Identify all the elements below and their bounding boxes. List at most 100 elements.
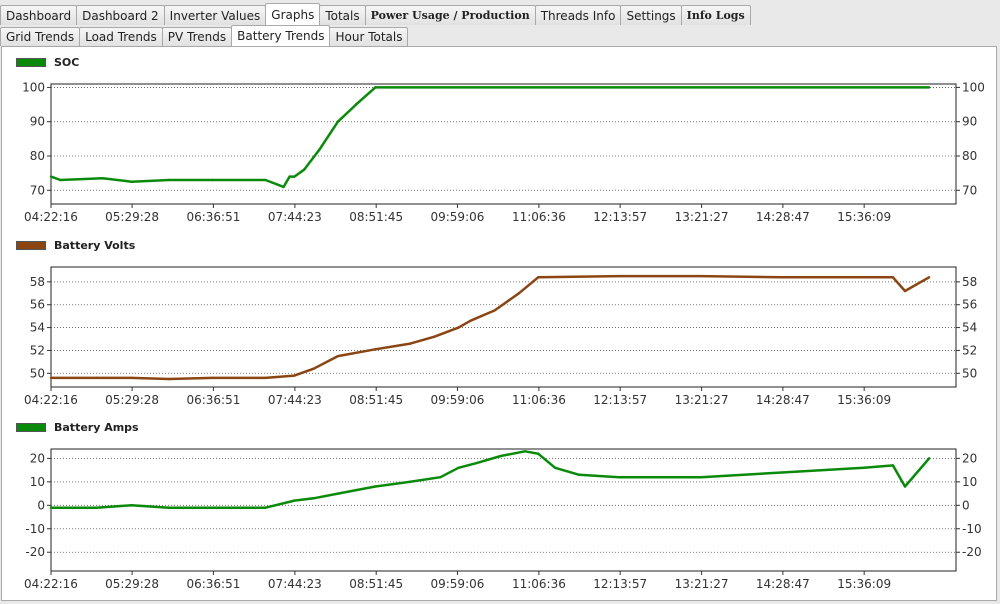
data-point [469, 319, 472, 322]
data-point [523, 450, 527, 453]
tab-inverter-values[interactable]: Inverter Values [163, 5, 267, 25]
x-tick-label: 05:29:28 [105, 210, 159, 224]
y-tick-label: -20 [25, 545, 45, 559]
tab-power-usage-production[interactable]: Power Usage / Production [364, 5, 536, 25]
y-tick-label: 56 [30, 298, 45, 312]
data-point [499, 454, 502, 458]
data-point [288, 175, 291, 178]
data-point [264, 506, 267, 509]
soc-plot: 70 70 80 80 90 90 100 100 04:22:16 05:29:28 06:36:… [22, 80, 985, 224]
data-point [862, 466, 866, 469]
data-point [780, 276, 784, 279]
data-point [336, 354, 340, 358]
y-tick-label-right: 10 [962, 475, 977, 489]
tab-grid-trends[interactable]: Grid Trends [0, 27, 81, 46]
tab-totals[interactable]: Totals [319, 5, 366, 25]
tab-dashboard[interactable]: Dashboard [0, 5, 78, 25]
data-point [475, 461, 478, 465]
x-tick-label: 04:22:16 [24, 393, 78, 407]
plot-area [50, 448, 957, 572]
soc-legend: SOC [16, 56, 79, 69]
data-point [49, 506, 53, 509]
data-point [95, 376, 98, 380]
data-point [264, 376, 267, 380]
x-tick-label: 13:21:27 [675, 393, 729, 407]
data-point [293, 175, 296, 178]
top-tab-bar: Dashboard Dashboard 2 Inverter Values Gr… [0, 3, 751, 25]
tab-load-trends[interactable]: Load Trends [79, 27, 163, 46]
tab-dashboard-2[interactable]: Dashboard 2 [76, 5, 165, 25]
data-point [167, 178, 171, 182]
soc-legend-swatch [16, 58, 46, 67]
y-tick-label-right: 56 [962, 298, 977, 312]
x-tick-label: 11:06:36 [512, 393, 566, 407]
y-tick-label-right: -20 [962, 545, 982, 559]
x-tick-label: 08:51:45 [349, 577, 403, 591]
data-point [409, 342, 412, 345]
data-point [374, 485, 377, 488]
data-point [699, 274, 703, 278]
data-point [577, 473, 581, 477]
data-point [780, 471, 784, 474]
data-point [49, 175, 53, 178]
data-point [264, 178, 267, 182]
tab-battery-trends[interactable]: Battery Trends [231, 25, 331, 46]
data-point [891, 464, 895, 467]
data-point [293, 374, 296, 377]
data-point [312, 497, 315, 500]
tab-info-logs[interactable]: Info Logs [680, 5, 751, 25]
battery-amps-chart: Battery Amps -20 -20 -10 -10 0 0 10 10 20 20 04:22… [2, 412, 998, 600]
volts-legend-label: Battery Volts [54, 239, 136, 252]
data-point [780, 86, 784, 89]
plot-area [50, 266, 957, 388]
x-tick-label: 07:44:23 [268, 210, 322, 224]
data-point [457, 326, 460, 329]
tab-settings[interactable]: Settings [620, 5, 682, 25]
data-point [336, 120, 340, 123]
y-tick-label: 20 [30, 451, 45, 465]
x-tick-label: 13:21:27 [675, 577, 729, 591]
data-point [302, 168, 306, 171]
x-tick-label: 14:28:47 [756, 210, 810, 224]
x-tick-label: 15:36:09 [837, 577, 891, 591]
x-tick-label: 04:22:16 [24, 210, 78, 224]
data-point [439, 475, 442, 479]
data-point [903, 485, 907, 488]
y-tick-label: 10 [30, 475, 45, 489]
data-point [312, 367, 315, 370]
x-tick-label: 09:59:06 [430, 577, 484, 591]
y-tick-label: 90 [30, 115, 45, 129]
battery-volts-chart: Battery Volts 50 50 52 52 54 54 56 56 58 58 04:22:… [2, 230, 998, 412]
x-tick-label: 15:36:09 [837, 210, 891, 224]
data-point [167, 506, 171, 509]
y-tick-label-right: 90 [962, 115, 977, 129]
tab-pv-trends[interactable]: PV Trends [161, 27, 233, 46]
data-point [318, 147, 321, 151]
x-tick-label: 12:13:57 [593, 210, 647, 224]
data-point [101, 177, 104, 180]
data-point [95, 506, 98, 509]
data-point [354, 103, 358, 106]
data-point [699, 475, 703, 479]
x-tick-label: 08:51:45 [349, 210, 403, 224]
y-tick-label: 70 [30, 183, 45, 197]
y-tick-label-right: 100 [962, 80, 985, 94]
data-point [536, 276, 540, 279]
y-tick-label-right: 52 [962, 343, 977, 357]
tab-threads-info[interactable]: Threads Info [534, 5, 622, 25]
data-point [211, 178, 214, 182]
data-point [293, 499, 296, 502]
x-tick-label: 06:36:51 [186, 577, 240, 591]
data-point [457, 466, 460, 469]
amps-legend-label: Battery Amps [54, 421, 139, 434]
x-tick-label: 09:59:06 [430, 210, 484, 224]
x-tick-label: 11:06:36 [512, 577, 566, 591]
y-tick-label: 58 [30, 275, 45, 289]
data-point [493, 309, 496, 312]
tab-graphs[interactable]: Graphs [265, 3, 321, 25]
y-tick-label-right: 50 [962, 366, 977, 380]
tab-hour-totals[interactable]: Hour Totals [329, 27, 409, 46]
data-point [374, 86, 377, 89]
data-point [211, 376, 214, 380]
data-point [617, 86, 621, 89]
